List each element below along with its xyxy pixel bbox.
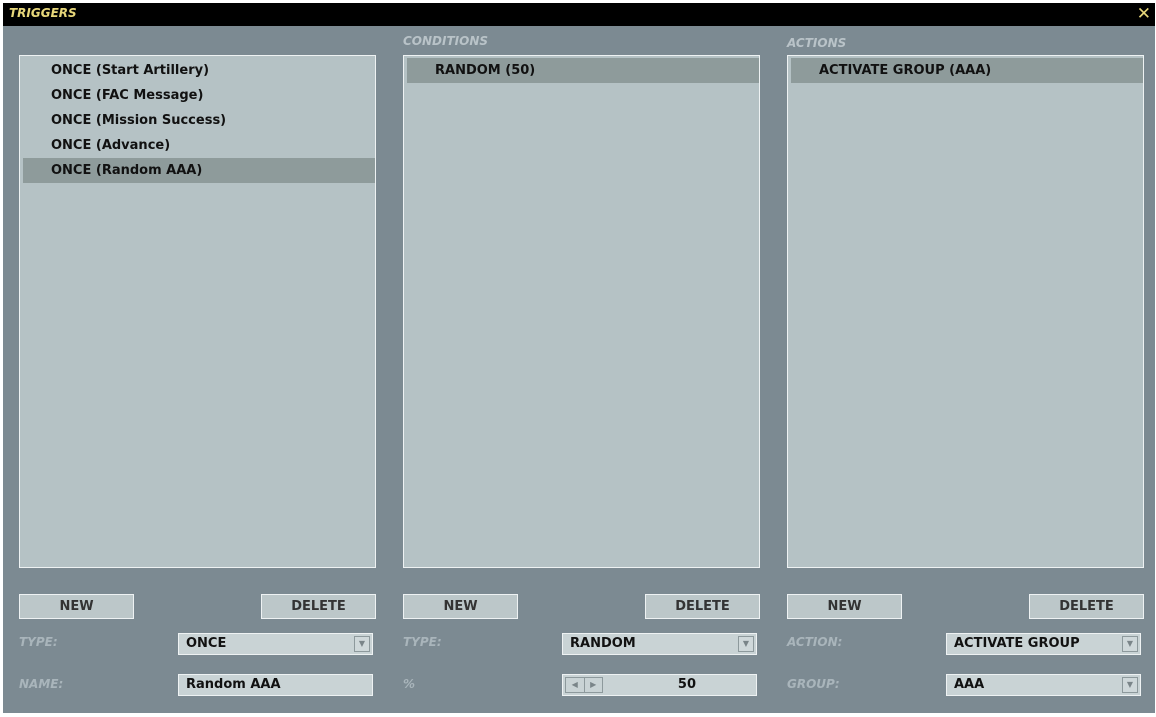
conditions-delete-button[interactable]: DELETE bbox=[645, 594, 760, 619]
action-type-select[interactable]: ACTIVATE GROUP ▼ bbox=[946, 633, 1141, 655]
title-bar: TRIGGERS ✕ bbox=[3, 3, 1155, 26]
action-type-label: ACTION: bbox=[787, 635, 843, 649]
triggers-window: TRIGGERS ✕ CONDITIONS ACTIONS ONCE (Star… bbox=[3, 3, 1155, 713]
percent-stepper[interactable]: ◀ ▶ 50 bbox=[562, 674, 757, 696]
chevron-down-icon[interactable]: ▼ bbox=[1122, 636, 1138, 652]
action-type-value: ACTIVATE GROUP bbox=[954, 636, 1080, 651]
conditions-header: CONDITIONS bbox=[403, 34, 489, 48]
trigger-name-field[interactable]: Random AAA bbox=[178, 674, 373, 696]
percent-value: 50 bbox=[677, 677, 696, 692]
trigger-type-value: ONCE bbox=[186, 636, 227, 651]
stepper-buttons: ◀ ▶ bbox=[565, 677, 603, 693]
conditions-new-button[interactable]: NEW bbox=[403, 594, 518, 619]
list-item[interactable]: ONCE (Mission Success) bbox=[20, 108, 375, 133]
window-title: TRIGGERS bbox=[9, 6, 77, 20]
actions-header: ACTIONS bbox=[787, 36, 847, 50]
list-item-selected[interactable]: RANDOM (50) bbox=[407, 58, 759, 83]
trigger-type-label: TYPE: bbox=[19, 635, 58, 649]
condition-type-label: TYPE: bbox=[403, 635, 442, 649]
group-label: GROUP: bbox=[787, 677, 840, 691]
triggers-delete-button[interactable]: DELETE bbox=[261, 594, 376, 619]
list-item-selected[interactable]: ACTIVATE GROUP (AAA) bbox=[791, 58, 1143, 83]
group-value: AAA bbox=[954, 677, 985, 692]
list-item-selected[interactable]: ONCE (Random AAA) bbox=[23, 158, 375, 183]
chevron-down-icon[interactable]: ▼ bbox=[1122, 677, 1138, 693]
list-item[interactable]: ONCE (Start Artillery) bbox=[20, 58, 375, 83]
triggers-new-button[interactable]: NEW bbox=[19, 594, 134, 619]
list-item[interactable]: ONCE (FAC Message) bbox=[20, 83, 375, 108]
decrement-icon[interactable]: ◀ bbox=[566, 678, 585, 692]
list-item[interactable]: ONCE (Advance) bbox=[20, 133, 375, 158]
actions-list[interactable]: ACTIVATE GROUP (AAA) bbox=[787, 55, 1144, 568]
trigger-name-label: NAME: bbox=[19, 677, 64, 691]
actions-new-button[interactable]: NEW bbox=[787, 594, 902, 619]
actions-delete-button[interactable]: DELETE bbox=[1029, 594, 1144, 619]
chevron-down-icon[interactable]: ▼ bbox=[354, 636, 370, 652]
trigger-type-select[interactable]: ONCE ▼ bbox=[178, 633, 373, 655]
increment-icon[interactable]: ▶ bbox=[585, 678, 603, 692]
condition-type-value: RANDOM bbox=[570, 636, 636, 651]
group-select[interactable]: AAA ▼ bbox=[946, 674, 1141, 696]
close-icon[interactable]: ✕ bbox=[1137, 3, 1151, 25]
condition-type-select[interactable]: RANDOM ▼ bbox=[562, 633, 757, 655]
conditions-list[interactable]: RANDOM (50) bbox=[403, 55, 760, 568]
percent-label: % bbox=[403, 677, 416, 691]
triggers-list[interactable]: ONCE (Start Artillery) ONCE (FAC Message… bbox=[19, 55, 376, 568]
chevron-down-icon[interactable]: ▼ bbox=[738, 636, 754, 652]
